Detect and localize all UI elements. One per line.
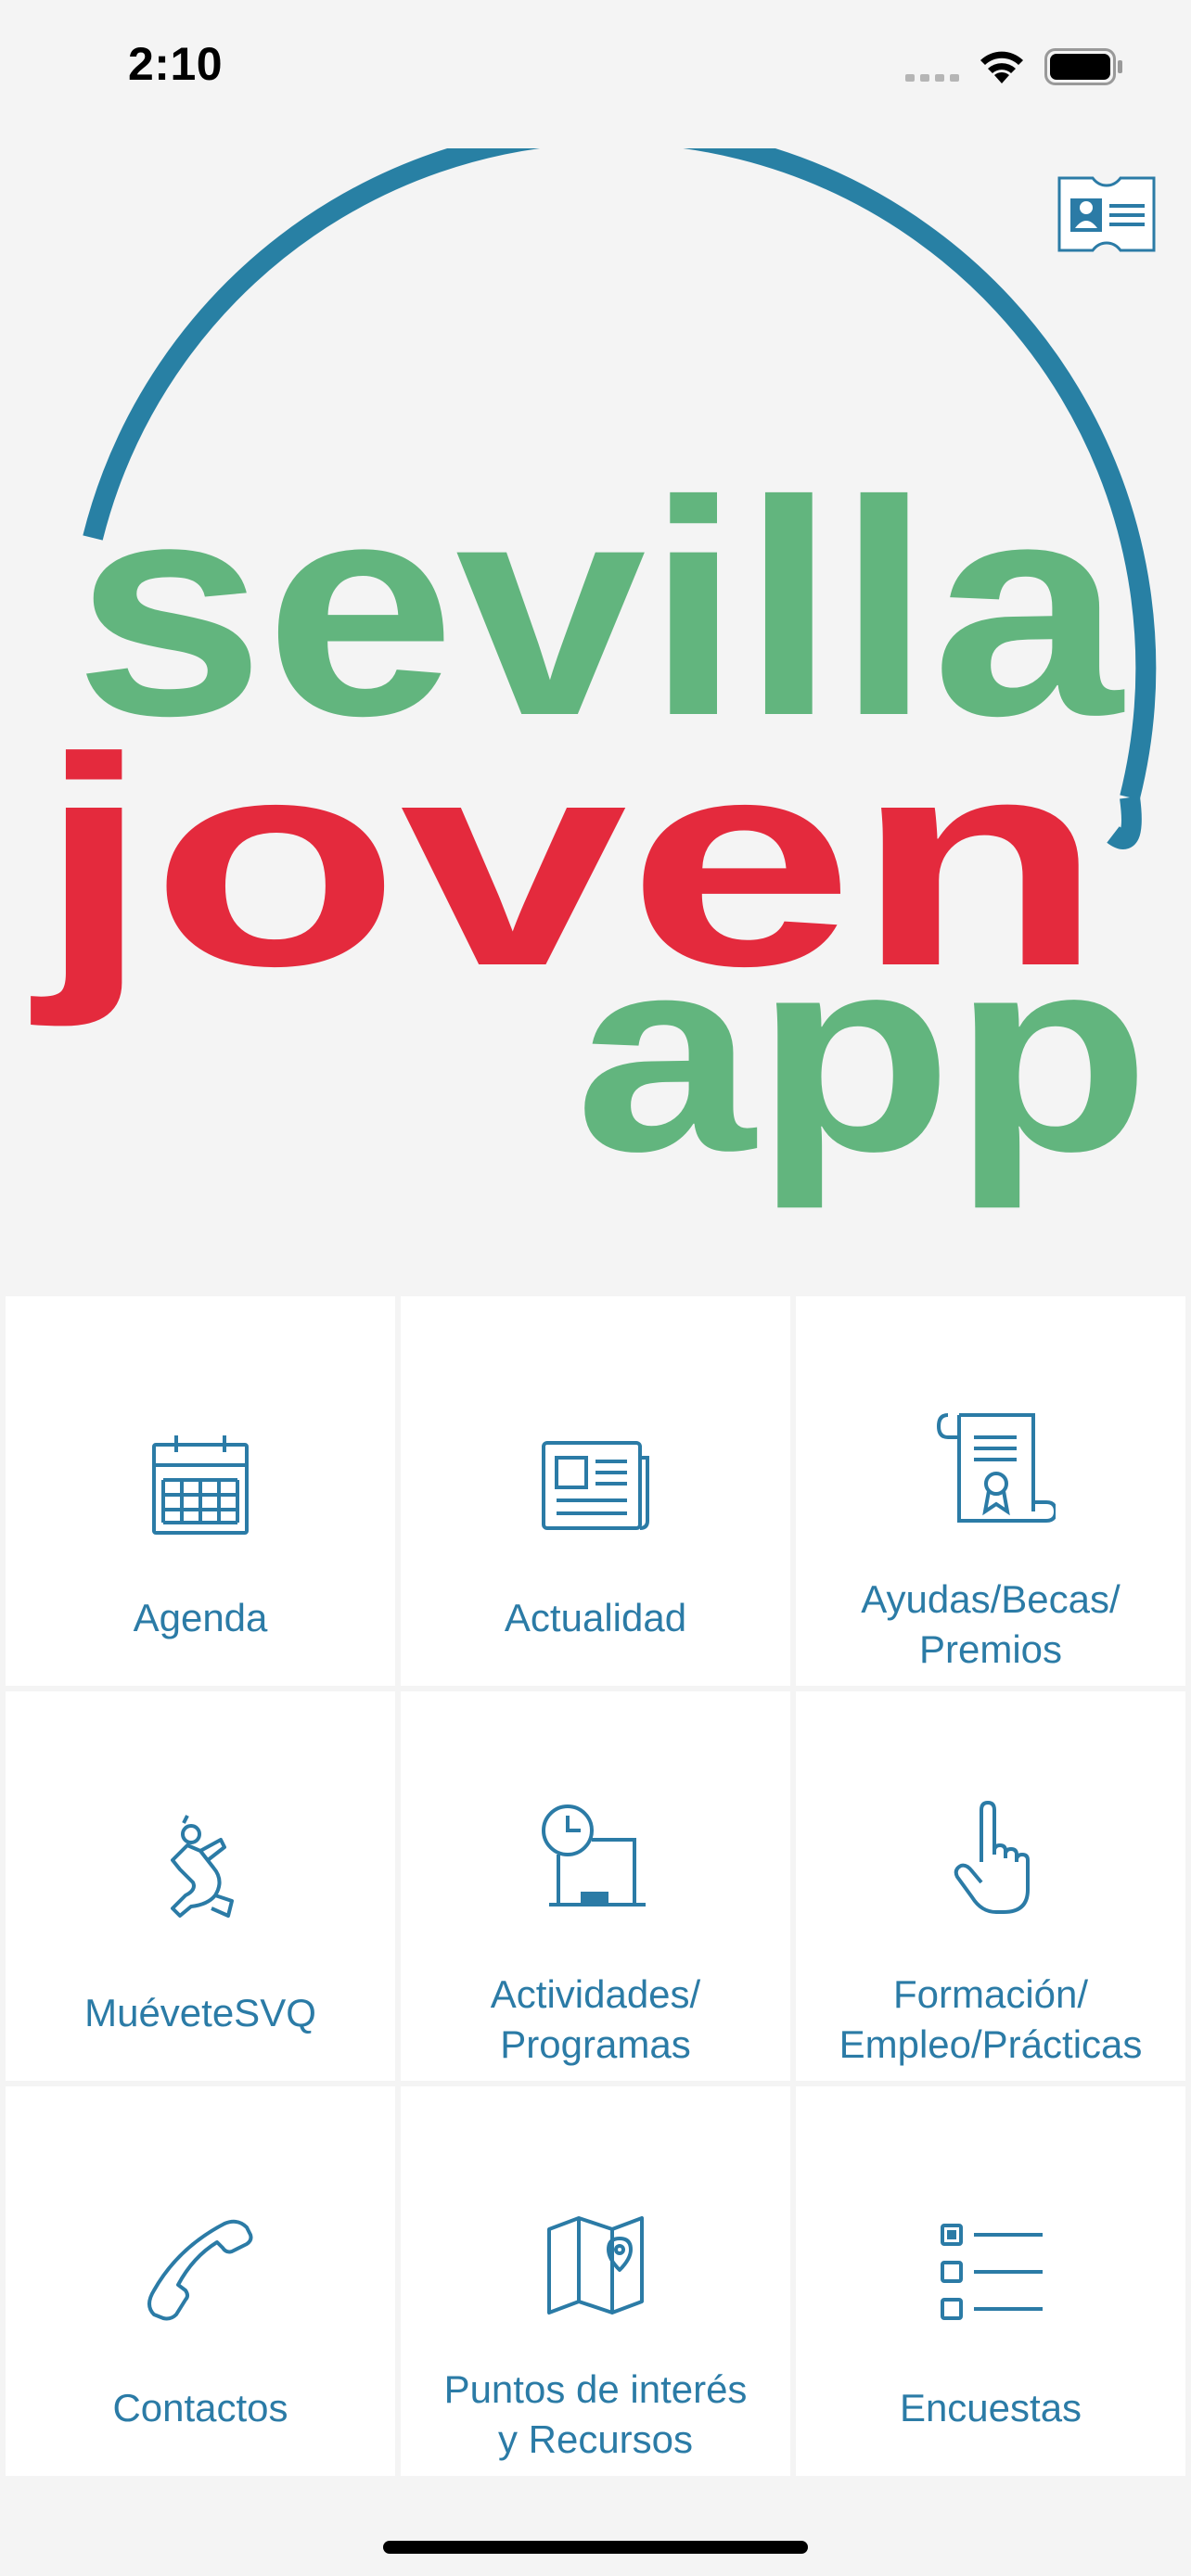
- sevilla-joven-app-logo: sevilla joven app: [0, 122, 1191, 1261]
- menu-label-encuestas: Encuestas: [899, 2386, 1082, 2429]
- clock-board-icon: [542, 1804, 646, 1906]
- running-figure-icon: [171, 1815, 234, 1918]
- menu-tile-actualidad[interactable]: Actualidad: [401, 1296, 790, 1686]
- menu-tile-formacion-empleo-practicas[interactable]: Formación/ Empleo/Prácticas: [796, 1691, 1185, 2081]
- menu-label-agenda: Agenda: [133, 1596, 268, 1639]
- main-menu-grid: Agenda Actualidad Ayudas/Becas/ Premios: [6, 1296, 1185, 2476]
- menu-tile-encuestas[interactable]: Encuestas: [796, 2086, 1185, 2476]
- logo-line-app: app: [575, 898, 1150, 1211]
- phone-icon: [147, 2219, 253, 2321]
- menu-tile-muevetesvq[interactable]: MuéveteSVQ: [6, 1691, 395, 2081]
- certificate-scroll-icon: [936, 1413, 1056, 1523]
- menu-label-formacion-empleo-practicas: Formación/ Empleo/Prácticas: [839, 1972, 1143, 2066]
- menu-label-puntos-de-interes: Puntos de interés y Recursos: [443, 2367, 748, 2461]
- checklist-icon: [941, 2224, 1043, 2320]
- battery-icon: [1044, 48, 1122, 85]
- menu-tile-agenda[interactable]: Agenda: [6, 1296, 395, 1686]
- wifi-icon: [980, 51, 1023, 83]
- menu-label-muevetesvq: MuéveteSVQ: [84, 1991, 316, 2034]
- menu-label-actividades-programas: Actividades/ Programas: [490, 1972, 701, 2066]
- menu-label-contactos: Contactos: [112, 2386, 288, 2429]
- menu-label-actualidad: Actualidad: [504, 1596, 687, 1639]
- home-indicator[interactable]: [383, 2541, 808, 2554]
- menu-tile-ayudas-becas-premios[interactable]: Ayudas/Becas/ Premios: [796, 1296, 1185, 1686]
- menu-tile-contactos[interactable]: Contactos: [6, 2086, 395, 2476]
- map-pin-icon: [547, 2216, 644, 2315]
- pointing-hand-icon: [954, 1801, 1030, 1914]
- logo-graphic: sevilla joven app: [31, 122, 1157, 1211]
- calendar-icon: [152, 1435, 249, 1535]
- cellular-signal-icon: [905, 74, 959, 82]
- menu-label-ayudas-becas-premios: Ayudas/Becas/ Premios: [861, 1577, 1121, 1671]
- menu-tile-actividades-programas[interactable]: Actividades/ Programas: [401, 1691, 790, 2081]
- newspaper-icon: [542, 1441, 649, 1530]
- menu-tile-puntos-de-interes[interactable]: Puntos de interés y Recursos: [401, 2086, 790, 2476]
- status-time: 2:10: [128, 38, 224, 90]
- status-bar: 2:10: [0, 0, 1191, 130]
